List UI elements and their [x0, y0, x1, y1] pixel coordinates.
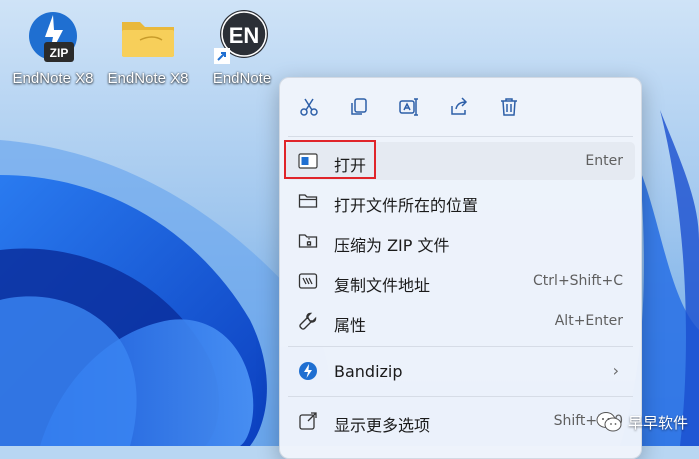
- desktop-icon-label: EndNote X8: [107, 70, 189, 87]
- menu-item-shortcut: Enter: [585, 153, 623, 169]
- desktop-icon-label: EndNote X8: [12, 70, 94, 87]
- copy-icon: [351, 98, 367, 115]
- trash-icon: [501, 98, 517, 116]
- copy-button[interactable]: [344, 92, 374, 122]
- cut-button[interactable]: [294, 92, 324, 122]
- scissors-icon: [300, 98, 318, 116]
- menu-item-label: 打开文件所在的位置: [334, 196, 479, 215]
- menu-item-bandizip[interactable]: Bandizip ›: [286, 352, 635, 390]
- folder-icon: [118, 6, 178, 66]
- menu-item-shortcut: Ctrl+Shift+C: [533, 273, 623, 289]
- context-menu: 打开 Enter 打开文件所在的位置 压缩为 ZIP 文件 复制文件地址 Ctr…: [279, 77, 642, 459]
- endnote-shortcut-icon: EN: [212, 6, 272, 66]
- bandizip-icon: [298, 361, 318, 381]
- menu-item-label: 显示更多选项: [334, 416, 431, 435]
- menu-item-copy-path[interactable]: 复制文件地址 Ctrl+Shift+C: [286, 262, 635, 300]
- folder-outline-icon: [298, 191, 318, 211]
- menu-item-open-location[interactable]: 打开文件所在的位置: [286, 182, 635, 220]
- svg-text:ZIP: ZIP: [50, 46, 69, 60]
- menu-divider: [288, 136, 633, 137]
- desktop-icon-folder[interactable]: EndNote X8: [100, 6, 196, 92]
- share-icon: [451, 97, 468, 115]
- rename-icon: [399, 98, 418, 116]
- zip-folder-icon: [298, 231, 318, 251]
- bandizip-zip-icon: ZIP: [23, 6, 83, 66]
- wechat-icon: [596, 412, 622, 432]
- desktop-icon-label: EndNote: [212, 70, 272, 87]
- context-menu-toolbar: [280, 78, 641, 135]
- highlight-box: [284, 140, 376, 179]
- menu-divider: [288, 346, 633, 347]
- menu-divider: [288, 396, 633, 397]
- desktop-icon-zip[interactable]: ZIP EndNote X8: [5, 6, 101, 92]
- copy-path-icon: [298, 271, 318, 291]
- share-button[interactable]: [444, 92, 474, 122]
- delete-button[interactable]: [494, 92, 524, 122]
- menu-item-label: 属性: [334, 316, 367, 335]
- menu-item-show-more-options[interactable]: 显示更多选项 Shift+F10: [286, 402, 635, 440]
- menu-item-properties[interactable]: 属性 Alt+Enter: [286, 302, 635, 340]
- rename-button[interactable]: [394, 92, 424, 122]
- submenu-arrow-icon: ›: [612, 361, 619, 380]
- svg-text:EN: EN: [229, 23, 260, 48]
- watermark-text: 早早软件: [628, 413, 689, 432]
- desktop-icon-endnote[interactable]: EN EndNote: [194, 6, 290, 92]
- wrench-icon: [298, 311, 318, 331]
- menu-item-label: 复制文件地址: [334, 276, 431, 295]
- menu-item-compress-zip[interactable]: 压缩为 ZIP 文件: [286, 222, 635, 260]
- menu-item-label: 压缩为 ZIP 文件: [334, 236, 450, 255]
- show-more-icon: [298, 411, 318, 431]
- watermark: 早早软件: [596, 407, 688, 437]
- menu-item-shortcut: Alt+Enter: [554, 313, 623, 329]
- menu-item-label: Bandizip: [334, 362, 403, 381]
